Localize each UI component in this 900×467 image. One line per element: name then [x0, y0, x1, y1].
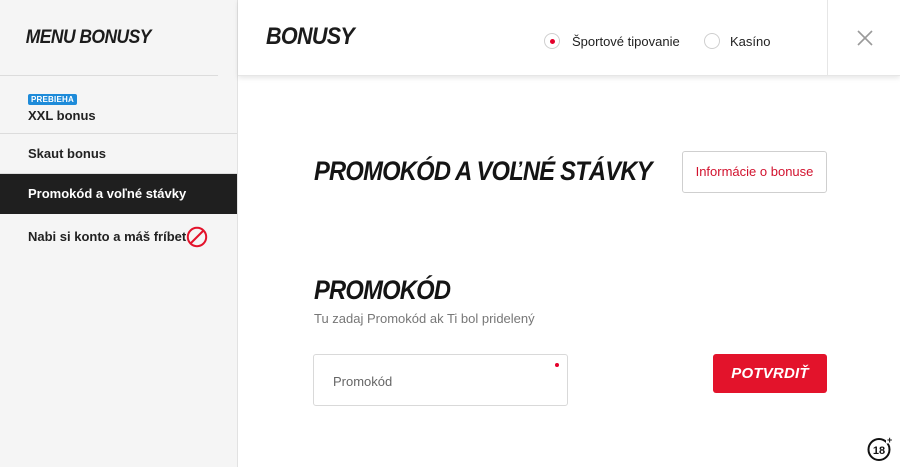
sidebar-item-skaut-bonus[interactable]: Skaut bonus: [0, 134, 237, 174]
sidebar-item-label: XXL bonus: [28, 108, 96, 123]
promo-code-placeholder: Promokód: [333, 374, 393, 389]
sidebar-item-promokod[interactable]: Promokód a voľné stávky: [0, 174, 237, 214]
sidebar-item-label: Promokód a voľné stávky: [28, 186, 187, 201]
radio-sportove-tipovanie[interactable]: [544, 33, 560, 49]
bonus-menu-sidebar: MENU BONUSY PREBIEHA XXL bonus Skaut bon…: [0, 0, 238, 467]
svg-text:18: 18: [873, 445, 885, 457]
required-indicator: [555, 363, 559, 367]
sidebar-item-label: Skaut bonus: [28, 146, 107, 161]
close-icon[interactable]: [857, 30, 873, 46]
sidebar-title: MENU BONUSY: [0, 0, 219, 76]
promo-subtitle: Tu zadaj Promokód ak Ti bol pridelený: [314, 311, 535, 326]
svg-text:+: +: [887, 436, 892, 445]
radio-label-kasino[interactable]: Kasíno: [730, 34, 770, 49]
radio-kasino[interactable]: [704, 33, 720, 49]
ban-icon: [186, 226, 208, 248]
section-title: PROMOKÓD A VOĽNÉ STÁVKY: [314, 156, 653, 186]
bonus-info-button[interactable]: Informácie o bonuse: [682, 151, 827, 193]
promo-title: PROMOKÓD: [314, 275, 451, 305]
promo-code-input[interactable]: Promokód: [313, 354, 568, 406]
radio-label-sportove-tipovanie[interactable]: Športové tipovanie: [572, 34, 680, 49]
confirm-button[interactable]: POTVRDIŤ: [713, 354, 827, 393]
status-badge: PREBIEHA: [28, 94, 77, 105]
header-bar: BONUSY Športové tipovanie Kasíno: [238, 0, 900, 76]
age-18-plus-icon: 18 +: [867, 436, 893, 461]
close-button[interactable]: [827, 0, 900, 75]
page-title: BONUSY: [266, 23, 355, 50]
sidebar-item-nabi-si-konto[interactable]: Nabi si konto a máš fríbet: [0, 214, 237, 260]
sidebar-item-label: Nabi si konto a máš fríbet: [28, 229, 187, 244]
sidebar-item-xxl-bonus[interactable]: PREBIEHA XXL bonus: [0, 76, 237, 134]
